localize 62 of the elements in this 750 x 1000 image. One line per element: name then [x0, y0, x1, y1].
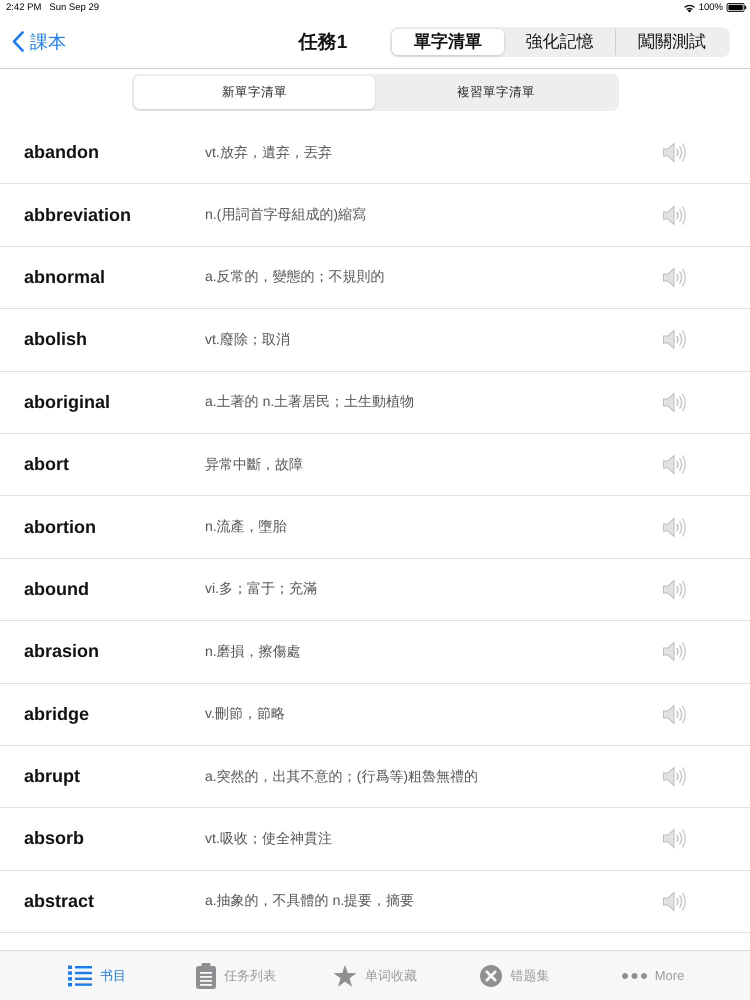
page-title: 任務1 [298, 30, 348, 54]
speaker-icon[interactable] [662, 890, 687, 913]
speaker-icon[interactable] [662, 141, 687, 164]
definition-text: a.抽象的，不具體的 n.提要，摘要 [205, 892, 414, 910]
speaker-icon[interactable] [662, 266, 687, 289]
tab-bar-item[interactable]: 任务列表 [196, 962, 276, 988]
list-icon [68, 964, 92, 986]
segment-tab[interactable]: 單字清單 [392, 28, 504, 54]
definition-text: vt.放弃，遺弃，丟弃 [205, 144, 332, 162]
chevron-left-icon [12, 31, 24, 52]
word-text: abbreviation [24, 204, 132, 226]
word-text: abound [24, 578, 89, 600]
speaker-icon[interactable] [662, 204, 687, 227]
definition-text: n.流產，墮胎 [205, 518, 287, 536]
speaker-icon[interactable] [662, 640, 687, 664]
list-switch-tab[interactable]: 新單字清單 [134, 76, 375, 109]
battery-percent: 100% [698, 2, 723, 13]
segment-tab[interactable]: 強化記憶 [504, 28, 616, 54]
word-text: absorb [24, 828, 84, 850]
definition-text: n.磨損，擦傷處 [205, 642, 301, 661]
segment-tab[interactable]: 闖關測試 [615, 28, 728, 54]
speaker-icon[interactable] [662, 702, 687, 726]
word-text: abolish [24, 329, 88, 350]
word-text: abort [24, 454, 69, 476]
word-text: abstract [24, 890, 94, 912]
word-text: aboriginal [24, 392, 110, 413]
more-icon [622, 972, 647, 978]
battery-icon [726, 3, 747, 12]
definition-text: a.土著的 n.土著居民；土生動植物 [205, 393, 414, 412]
definition-text: a.反常的，變態的；不規則的 [205, 268, 385, 286]
tab-bar-item[interactable]: 书目 [68, 964, 126, 986]
definition-text: vt.廢除；取消 [205, 330, 290, 349]
definition-text: 异常中斷，故障 [205, 456, 303, 474]
status-time: 2:42 PM [6, 2, 42, 13]
tab-bar-item[interactable]: 错题集 [478, 964, 550, 986]
close-circle-icon [478, 964, 502, 986]
speaker-icon[interactable] [662, 453, 687, 476]
definition-text: vt.吸收；使全神貫注 [205, 830, 332, 848]
speaker-icon[interactable] [662, 390, 687, 414]
speaker-icon[interactable] [662, 516, 687, 539]
tab-bar-item[interactable]: More [622, 968, 684, 983]
word-text: abandon [24, 142, 99, 164]
word-text: abnormal [24, 266, 106, 288]
definition-text: vi.多；富于；充滿 [205, 580, 317, 598]
word-text: abrasion [24, 641, 100, 662]
speaker-icon[interactable] [662, 827, 687, 850]
star-icon [333, 964, 357, 986]
definition-text: n.(用詞首字母組成的)縮寫 [205, 206, 366, 224]
definition-text: v.刪節，節略 [205, 705, 285, 724]
list-switch-tab[interactable]: 複習單字清單 [375, 76, 616, 109]
back-button[interactable]: 課本 [12, 30, 66, 54]
tab-bar-item[interactable]: 单词收藏 [333, 964, 417, 986]
word-text: abrupt [24, 766, 80, 788]
word-text: abortion [24, 516, 96, 538]
speaker-icon[interactable] [662, 765, 687, 788]
speaker-icon[interactable] [662, 328, 687, 352]
clipboard-icon [196, 962, 216, 988]
wifi-icon [682, 2, 696, 12]
speaker-icon[interactable] [662, 578, 687, 601]
definition-text: a.突然的，出其不意的；(行爲等)粗魯無禮的 [205, 768, 478, 786]
word-text: abridge [24, 704, 90, 725]
status-date: Sun Sep 29 [49, 2, 100, 13]
